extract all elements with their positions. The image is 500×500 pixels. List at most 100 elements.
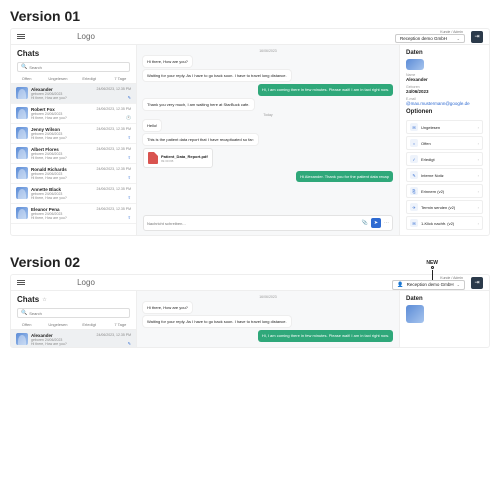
chat-list-item[interactable]: Robert Foxgeboren 24/06/2023Hi there, Ho…: [11, 104, 136, 124]
topbar: Logo Kunde / Admin 👤 Reception demo GmbH…: [11, 275, 489, 291]
details-title: Daten: [406, 296, 483, 302]
option-item[interactable]: ✉1-Klick nachfr. (v2)›: [406, 216, 483, 230]
message-input[interactable]: [147, 221, 359, 226]
option-item[interactable]: ✉Ungelesen›: [406, 120, 483, 134]
status-icon: ✎: [128, 341, 131, 346]
avatar: [16, 107, 28, 119]
logo: Logo: [31, 278, 141, 287]
chevron-down-icon: ⌄: [457, 282, 460, 287]
chat-sidebar: Chats 🔍 OffenUngelesenErledigt7 Tage Ale…: [11, 45, 137, 235]
options-title: Optionen: [406, 109, 483, 115]
composer[interactable]: 📎 ➤ ⋯: [143, 215, 393, 231]
status-icon: ⇪: [128, 135, 131, 140]
avatar: [16, 167, 28, 179]
message-in: Waiting for your reply. As I have to go …: [143, 316, 291, 327]
filter-tab[interactable]: Ungelesen: [42, 320, 73, 329]
menu-icon[interactable]: [17, 280, 25, 285]
message-in: Thank you very much, I am waiting here a…: [143, 99, 254, 110]
option-item[interactable]: ✎Interne Notiz›: [406, 168, 483, 182]
chat-list-item[interactable]: Ronald Richardsgeboren 24/06/2023Hi ther…: [11, 164, 136, 184]
avatar: [16, 187, 28, 199]
chevron-right-icon: ›: [478, 205, 479, 210]
attachment[interactable]: Patient_Data_Report.pdf 99.30 KB: [143, 148, 213, 168]
chat-list-item[interactable]: Jenny Wilsongeboren 24/06/2023Hi there, …: [11, 124, 136, 144]
chats-title: Chats: [17, 49, 39, 58]
chats-title: Chats: [17, 295, 39, 304]
option-item[interactable]: ✈Termin senden (v2)›: [406, 200, 483, 214]
account-dropdown[interactable]: Reception demo GmbH⌄: [395, 34, 465, 43]
option-item[interactable]: ✓Erledigt›: [406, 152, 483, 166]
status-icon: ⇪: [128, 195, 131, 200]
option-icon: ✉: [410, 123, 418, 131]
attach-icon[interactable]: 📎: [362, 220, 368, 226]
date-divider: Today: [143, 113, 393, 117]
status-icon: ⇪: [128, 215, 131, 220]
avatar: [16, 127, 28, 139]
details-title: Daten: [406, 50, 483, 56]
message-in: This is the patient data report that I h…: [143, 134, 258, 145]
chevron-right-icon: ›: [478, 125, 479, 130]
user-icon: 👤: [397, 282, 403, 288]
filter-tab[interactable]: 7 Tage: [105, 74, 136, 83]
chat-list-item[interactable]: Annette Blackgeboren 24/06/2023Hi there,…: [11, 184, 136, 204]
chat-sidebar: Chats☆ 🔍 OffenUngelesenErledigt7 Tage Al…: [11, 291, 137, 347]
more-icon[interactable]: ⋯: [384, 220, 389, 226]
option-icon: ○: [410, 139, 418, 147]
filter-tab[interactable]: 7 Tage: [105, 320, 136, 329]
avatar: [406, 59, 424, 70]
star-icon[interactable]: ☆: [42, 297, 46, 303]
option-item[interactable]: ○Offen›: [406, 136, 483, 150]
topbar: Logo Kunde / Admin Reception demo GmbH⌄ …: [11, 29, 489, 45]
avatar: [406, 305, 424, 323]
chevron-right-icon: ›: [478, 221, 479, 226]
details-pane: Daten NameAlexander Geboren24/06/2023 E-…: [399, 45, 489, 235]
chat-list-item[interactable]: Alexandergeboren 24/06/2023Hi there, How…: [11, 330, 136, 347]
exit-button[interactable]: ⇥: [471, 277, 483, 289]
option-icon: ✈: [410, 203, 418, 211]
filter-tab[interactable]: Offen: [11, 320, 42, 329]
search-input[interactable]: 🔍: [17, 62, 130, 72]
message-out: Hi, I am coming there in few minutes. Pl…: [258, 330, 393, 341]
search-icon: 🔍: [21, 64, 27, 70]
message-in: Hi there, How are you?: [143, 302, 192, 313]
avatar: [16, 87, 28, 99]
search-input[interactable]: 🔍: [17, 308, 130, 318]
details-pane: Daten: [399, 291, 489, 347]
filter-tab[interactable]: Erledigt: [74, 320, 105, 329]
message-out: Hi, I am coming there in few minutes. Pl…: [258, 84, 393, 95]
menu-icon[interactable]: [17, 34, 25, 39]
chat-list-item[interactable]: Albert Floresgeboren 24/06/2023Hi there,…: [11, 144, 136, 164]
option-item[interactable]: ⎘Erinnern (v2)›: [406, 184, 483, 198]
message-in: Hello!: [143, 120, 161, 131]
new-callout: NEW: [426, 260, 438, 281]
chevron-right-icon: ›: [478, 173, 479, 178]
status-icon: ✎: [128, 95, 131, 100]
filter-tab[interactable]: Offen: [11, 74, 42, 83]
chevron-down-icon: ⌄: [457, 36, 460, 41]
exit-button[interactable]: ⇥: [471, 31, 483, 43]
message-out: Hi Alexander. Thank you for the patient …: [296, 171, 393, 182]
status-icon: 🕐: [126, 115, 131, 120]
option-icon: ✉: [410, 219, 418, 227]
avatar: [16, 333, 28, 345]
chevron-right-icon: ›: [478, 189, 479, 194]
filter-tab[interactable]: Ungelesen: [42, 74, 73, 83]
conversation-pane: 16/06/2023 Hi there, How are you? Waitin…: [137, 291, 399, 347]
status-icon: ⇪: [128, 175, 131, 180]
avatar: [16, 147, 28, 159]
chat-list-item[interactable]: Eleanor Penageboren 24/06/2023Hi there, …: [11, 204, 136, 224]
pdf-icon: [148, 152, 158, 164]
option-icon: ✎: [410, 171, 418, 179]
chevron-right-icon: ›: [478, 141, 479, 146]
status-icon: ⇪: [128, 155, 131, 160]
account-dropdown[interactable]: 👤 Reception demo GmbH⌄: [392, 280, 465, 290]
date-divider: 16/06/2023: [143, 295, 393, 299]
conversation-pane: 16/06/2023 Hi there, How are you? Waitin…: [137, 45, 399, 235]
option-icon: ✓: [410, 155, 418, 163]
chat-list-item[interactable]: Alexandergeboren 24/06/2023Hi there, How…: [11, 84, 136, 104]
option-icon: ⎘: [410, 187, 418, 195]
send-button[interactable]: ➤: [371, 218, 381, 228]
filter-tab[interactable]: Erledigt: [74, 74, 105, 83]
message-in: Waiting for your reply. As I have to go …: [143, 70, 291, 81]
chevron-right-icon: ›: [478, 157, 479, 162]
